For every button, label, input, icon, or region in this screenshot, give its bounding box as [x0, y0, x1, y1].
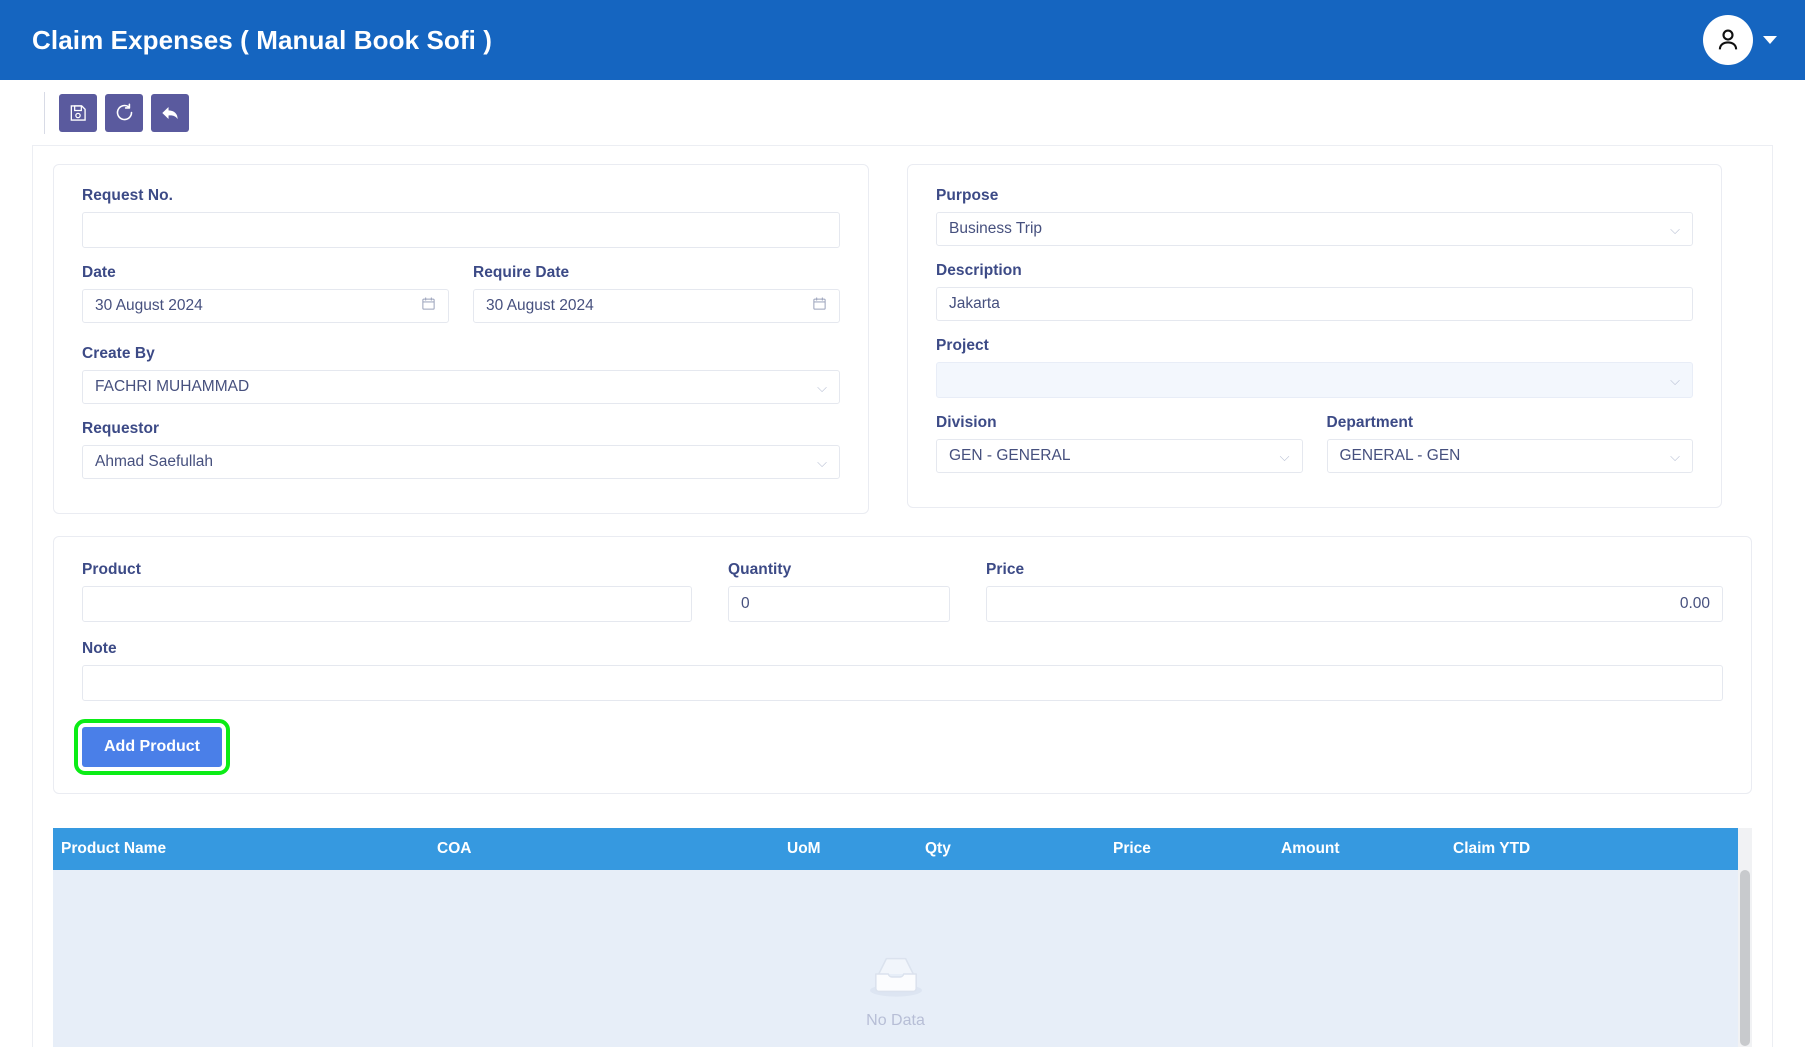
request-no-input[interactable] [82, 212, 840, 248]
department-select[interactable]: GENERAL - GEN ⌵ [1326, 439, 1693, 473]
create-by-value: FACHRI MUHAMMAD [95, 378, 250, 395]
content-panel: Request No. Date 30 August 2024 Require … [32, 145, 1773, 1047]
field-note: Note [82, 640, 1723, 701]
table-scrollbar-thumb[interactable] [1740, 870, 1750, 1046]
table-empty-state: No Data [53, 870, 1738, 1047]
column-header-claim-ytd[interactable]: Claim YTD [1447, 840, 1647, 858]
create-by-select[interactable]: FACHRI MUHAMMAD ⌵ [82, 370, 840, 404]
column-header-product-name[interactable]: Product Name [53, 840, 431, 858]
product-fields-row: Product Quantity 0 Price 0.00 [82, 561, 1723, 628]
user-icon [1718, 29, 1738, 50]
create-by-label: Create By [82, 345, 155, 362]
avatar[interactable] [1703, 15, 1753, 65]
field-price: Price 0.00 [986, 561, 1723, 622]
add-product-button[interactable]: Add Product [74, 719, 230, 775]
field-purpose: Purpose Business Trip ⌵ [936, 187, 1693, 246]
requestor-label: Requestor [82, 420, 160, 437]
form-cards-row: Request No. Date 30 August 2024 Require … [53, 164, 1752, 514]
products-table: Product Name COA UoM Qty Price Amount Cl… [53, 828, 1752, 1047]
chevron-down-icon[interactable]: ⌵ [1670, 374, 1680, 387]
circular-arrow-reset-icon [116, 103, 132, 121]
back-button[interactable] [151, 93, 189, 132]
purpose-value: Business Trip [949, 220, 1043, 237]
header-user-menu[interactable] [1703, 15, 1777, 65]
save-button[interactable] [59, 93, 97, 132]
reset-button[interactable] [105, 93, 143, 132]
chevron-down-icon[interactable] [1763, 36, 1777, 44]
field-request-no: Request No. [82, 187, 840, 248]
request-no-label: Request No. [82, 187, 173, 204]
chevron-down-icon[interactable]: ⌵ [1670, 450, 1680, 463]
product-entry-card: Product Quantity 0 Price 0.00 Note Add P… [53, 536, 1752, 794]
product-input[interactable] [82, 586, 692, 622]
field-require-date: Require Date 30 August 2024 [473, 264, 840, 323]
department-label: Department [1326, 414, 1414, 431]
page-body: Request No. Date 30 August 2024 Require … [0, 145, 1805, 1047]
column-header-price[interactable]: Price [1107, 840, 1275, 858]
product-label: Product [82, 561, 141, 578]
requestor-value: Ahmad Saefullah [95, 453, 214, 470]
require-date-label: Require Date [473, 264, 570, 281]
app-header: Claim Expenses ( Manual Book Sofi ) [0, 0, 1805, 80]
date-label: Date [82, 264, 116, 281]
date-input[interactable]: 30 August 2024 [82, 289, 449, 323]
column-header-uom[interactable]: UoM [781, 840, 919, 858]
description-value: Jakarta [949, 295, 1000, 312]
price-value: 0.00 [1679, 595, 1710, 612]
chevron-down-icon[interactable]: ⌵ [817, 456, 827, 469]
division-select[interactable]: GEN - GENERAL ⌵ [936, 439, 1303, 473]
toolbar-divider [44, 91, 45, 134]
date-value: 30 August 2024 [95, 297, 203, 314]
quantity-input[interactable]: 0 [728, 586, 950, 622]
require-date-value: 30 August 2024 [486, 297, 594, 314]
field-division: Division GEN - GENERAL ⌵ [936, 414, 1303, 473]
description-label: Description [936, 262, 1022, 279]
table-header-row: Product Name COA UoM Qty Price Amount Cl… [53, 828, 1738, 870]
request-info-card: Request No. Date 30 August 2024 Require … [53, 164, 869, 514]
department-value: GENERAL - GEN [1339, 447, 1461, 464]
division-label: Division [936, 414, 997, 431]
price-input[interactable]: 0.00 [986, 586, 1723, 622]
column-header-qty[interactable]: Qty [919, 840, 1107, 858]
quantity-label: Quantity [728, 561, 792, 578]
division-value: GEN - GENERAL [949, 447, 1071, 464]
chevron-down-icon[interactable]: ⌵ [817, 381, 827, 394]
purpose-select[interactable]: Business Trip ⌵ [936, 212, 1693, 246]
toolbar [0, 80, 1805, 145]
note-label: Note [82, 640, 117, 657]
field-create-by: Create By FACHRI MUHAMMAD ⌵ [82, 345, 840, 404]
field-department: Department GENERAL - GEN ⌵ [1326, 414, 1693, 473]
column-header-amount[interactable]: Amount [1275, 840, 1447, 858]
note-input[interactable] [82, 665, 1723, 701]
column-header-coa[interactable]: COA [431, 840, 781, 858]
empty-inbox-icon [869, 957, 922, 997]
field-product: Product [82, 561, 692, 622]
requestor-select[interactable]: Ahmad Saefullah ⌵ [82, 445, 840, 479]
no-data-text: No Data [866, 1012, 925, 1029]
floppy-disk-save-icon [70, 104, 86, 121]
chevron-down-icon[interactable]: ⌵ [1280, 450, 1290, 463]
page-title: Claim Expenses ( Manual Book Sofi ) [32, 24, 493, 55]
description-input[interactable]: Jakarta [936, 287, 1693, 321]
field-requestor: Requestor Ahmad Saefullah ⌵ [82, 420, 840, 479]
field-description: Description Jakarta [936, 262, 1693, 321]
products-table-body-area: Product Name COA UoM Qty Price Amount Cl… [53, 828, 1738, 1047]
field-date: Date 30 August 2024 [82, 264, 449, 323]
calendar-icon[interactable] [421, 296, 436, 316]
calendar-icon[interactable] [812, 296, 827, 316]
division-department-row: Division GEN - GENERAL ⌵ Department GENE… [936, 414, 1693, 479]
chevron-down-icon[interactable]: ⌵ [1670, 223, 1680, 236]
quantity-value: 0 [741, 595, 750, 612]
project-label: Project [936, 337, 989, 354]
table-vertical-scrollbar[interactable] [1738, 828, 1752, 1047]
back-arrow-icon [162, 106, 178, 119]
field-quantity: Quantity 0 [728, 561, 950, 622]
field-project: Project ⌵ [936, 337, 1693, 398]
purpose-label: Purpose [936, 187, 999, 204]
require-date-input[interactable]: 30 August 2024 [473, 289, 840, 323]
project-select[interactable]: ⌵ [936, 362, 1693, 398]
price-label: Price [986, 561, 1025, 578]
date-row: Date 30 August 2024 Require Date 30 Augu… [82, 264, 840, 329]
purpose-info-card: Purpose Business Trip ⌵ Description Jaka… [907, 164, 1722, 508]
